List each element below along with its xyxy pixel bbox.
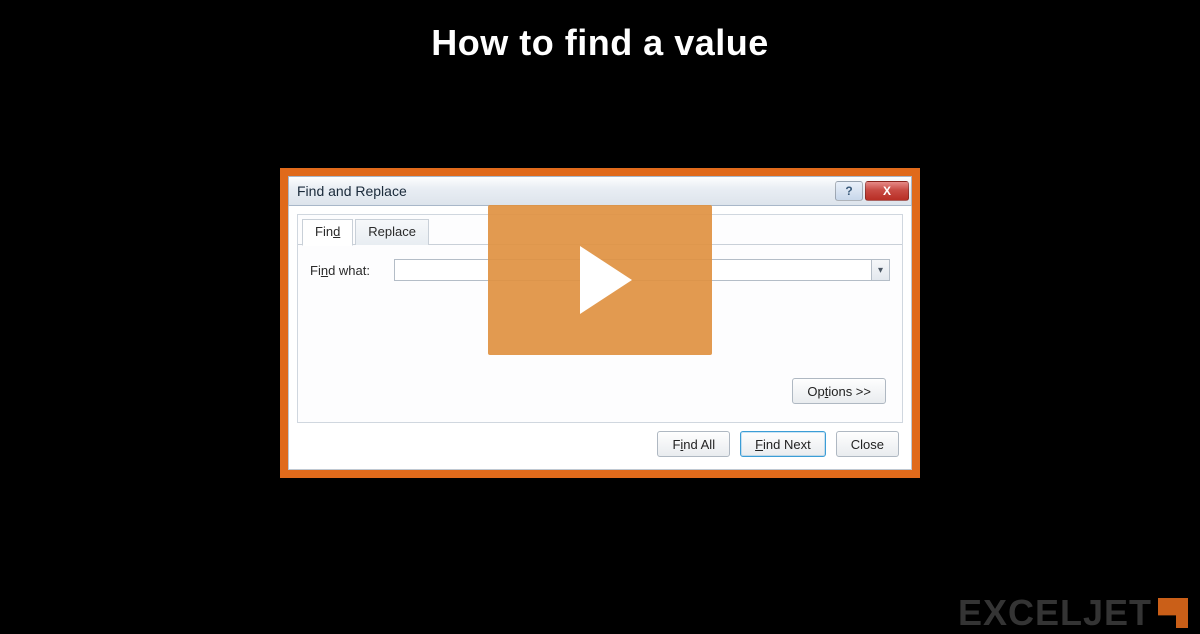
button-row: Find All Find Next Close <box>297 423 903 461</box>
help-button[interactable]: ? <box>835 181 863 201</box>
tab-find-label: Find <box>315 224 340 239</box>
watermark-icon <box>1158 598 1188 628</box>
tab-find[interactable]: Find <box>302 219 353 246</box>
options-button-label: Options >> <box>807 384 871 399</box>
close-button[interactable]: Close <box>836 431 899 457</box>
find-all-button[interactable]: Find All <box>657 431 730 457</box>
play-icon <box>580 246 632 314</box>
page-title: How to find a value <box>0 0 1200 64</box>
tab-replace-label: Replace <box>368 224 416 239</box>
watermark: EXCELJET <box>958 592 1188 634</box>
find-next-button[interactable]: Find Next <box>740 431 826 457</box>
find-all-label: Find All <box>672 437 715 452</box>
window-close-button[interactable]: X <box>865 181 909 201</box>
close-label: Close <box>851 437 884 452</box>
dropdown-arrow-icon[interactable]: ▾ <box>871 260 889 280</box>
find-next-label: Find Next <box>755 437 811 452</box>
tab-replace[interactable]: Replace <box>355 219 429 245</box>
options-button[interactable]: Options >> <box>792 378 886 404</box>
find-what-label: Find what: <box>310 263 384 278</box>
watermark-text: EXCELJET <box>958 592 1152 634</box>
play-button[interactable] <box>488 205 712 355</box>
dialog-title: Find and Replace <box>297 183 835 199</box>
titlebar: Find and Replace ? X <box>288 176 912 206</box>
